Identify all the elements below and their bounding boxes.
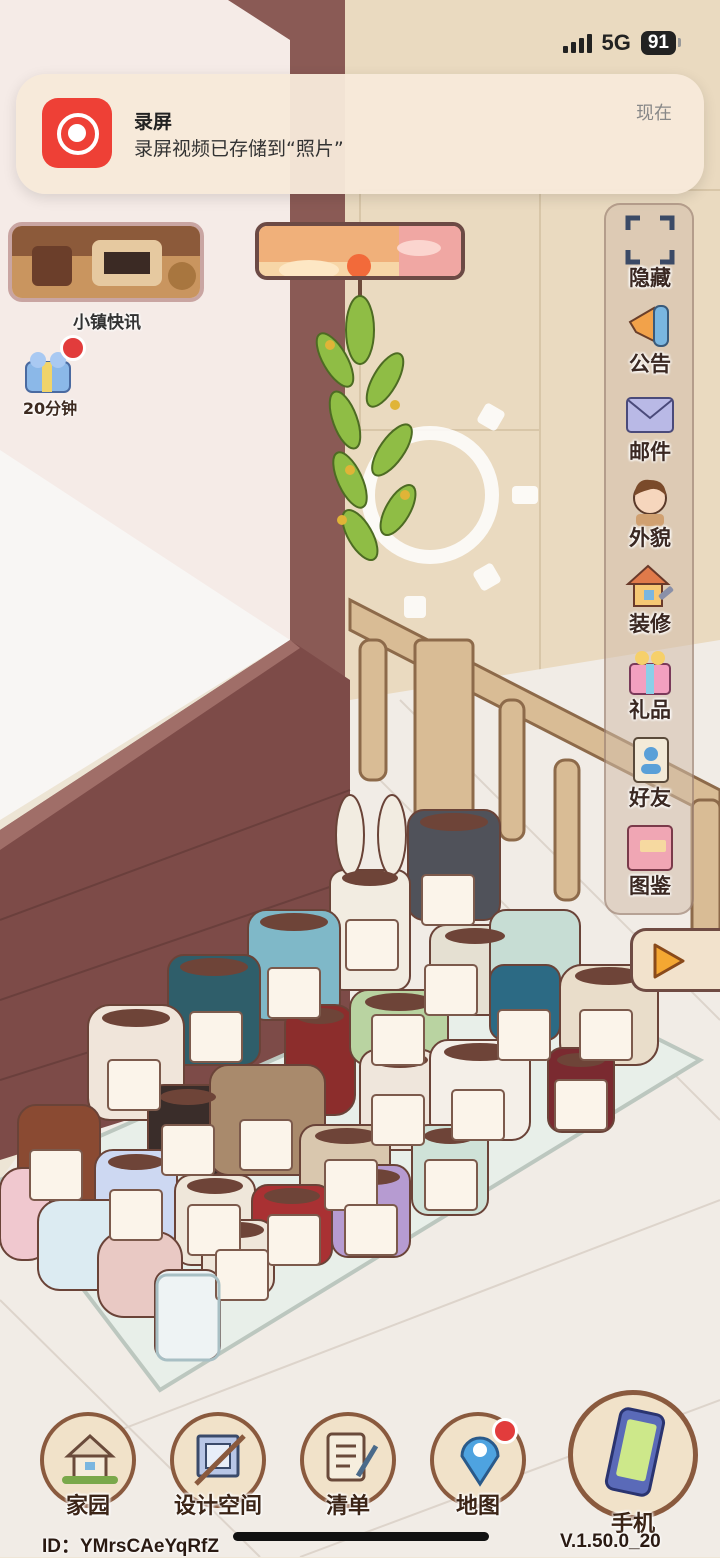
side-menu-decorate[interactable]: 装修 [610, 560, 690, 642]
town-news-thumbnail [12, 226, 200, 298]
notification-banner[interactable]: 录屏 录屏视频已存储到“照片” 现在 [16, 74, 704, 194]
side-menu-friends[interactable]: 好友 [610, 734, 690, 816]
nav-phone-button[interactable] [568, 1390, 698, 1520]
gift-timer-label: 20分钟 [22, 399, 78, 418]
side-menu-appearance[interactable]: 外貌 [610, 474, 690, 556]
side-menu-hide[interactable]: 隐藏 [610, 214, 690, 296]
map-notification-dot [492, 1418, 518, 1444]
side-menu-label: 礼品 [629, 698, 671, 722]
phone-icon [604, 1407, 666, 1497]
notification-time: 现在 [636, 103, 672, 124]
notification-message: 录屏视频已存储到“照片” [134, 138, 344, 160]
notification-title: 录屏 [134, 111, 173, 133]
nav-design-label: 设计空间 [173, 1494, 262, 1519]
nav-map-label: 地图 [455, 1494, 500, 1519]
home-indicator[interactable] [233, 1532, 489, 1541]
town-news-label: 小镇快讯 [73, 313, 141, 333]
side-menu-label: 图鉴 [629, 874, 671, 898]
home-icon [62, 1433, 118, 1484]
hide-icon [625, 215, 675, 265]
signal-icon [562, 33, 592, 53]
mail-icon [626, 397, 674, 433]
status-bar: 5G 91 [562, 30, 682, 56]
side-menu-label: 外貌 [629, 526, 671, 550]
house-wrench-icon [625, 564, 674, 607]
weather-banner [255, 222, 465, 280]
side-menu-gifts[interactable]: 礼品 [610, 646, 690, 728]
side-menu-label: 公告 [629, 352, 671, 376]
megaphone-icon [628, 305, 669, 347]
list-icon [326, 1432, 379, 1482]
side-menu-label: 隐藏 [629, 266, 671, 290]
battery-icon: 91 [640, 31, 682, 55]
side-menu-label: 好友 [629, 786, 671, 810]
friends-icon [633, 737, 669, 783]
sunset-weather-icon [259, 226, 461, 276]
side-menu-label: 装修 [629, 612, 671, 636]
side-menu-album[interactable]: 图鉴 [610, 822, 690, 904]
side-menu-mail[interactable]: 邮件 [610, 388, 690, 470]
nav-home-label: 家园 [65, 1494, 110, 1519]
play-arrow-icon [653, 943, 685, 979]
design-icon [194, 1434, 246, 1486]
gift-icon [629, 651, 671, 695]
screen-record-icon [42, 98, 112, 168]
timed-gift-button[interactable] [20, 335, 86, 398]
avatar-icon [633, 479, 667, 526]
expand-button[interactable] [630, 928, 720, 992]
player-id: ID：YMrsCAeYqRfZ [42, 1536, 219, 1557]
notification-dot [60, 335, 86, 361]
town-news-button[interactable] [8, 222, 204, 302]
side-menu-label: 邮件 [629, 440, 671, 464]
side-menu-announcement[interactable]: 公告 [610, 300, 690, 382]
nav-list-label: 清单 [325, 1494, 370, 1519]
album-icon [627, 825, 673, 871]
version-label: V.1.50.0_20 [560, 1531, 661, 1552]
network-label: 5G [601, 30, 631, 55]
